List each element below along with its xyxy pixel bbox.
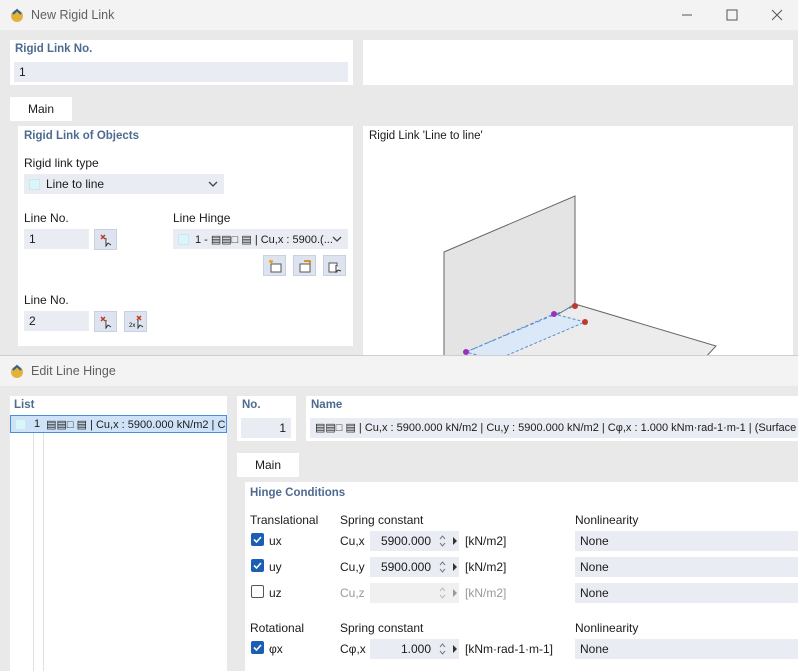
cuz-symbol: Cu,z xyxy=(340,586,365,600)
rigid-no-panel: Rigid Link No. 1 xyxy=(10,40,353,85)
minimize-icon xyxy=(682,14,692,16)
rotational-label: Rotational xyxy=(250,621,305,635)
hinge-titlebar: Edit Line Hinge xyxy=(0,356,798,386)
rigid-type-select[interactable]: Line to line xyxy=(24,174,224,194)
line-no-label: Line No. xyxy=(24,211,69,225)
list-header: List xyxy=(14,399,35,411)
hinge-name-input[interactable]: ▤▤□ ▤ | Cu,x : 5900.000 kN/m2 | Cu,y : 5… xyxy=(310,418,798,438)
check-icon xyxy=(253,562,262,570)
cphix-unit: [kNm·rad-1·m-1] xyxy=(465,642,554,656)
spinner-icon xyxy=(439,535,457,547)
ux-checkbox[interactable] xyxy=(251,533,264,546)
edit-hinge-button[interactable] xyxy=(293,255,316,276)
phix-label: φx xyxy=(269,642,283,656)
rigid-link-window: New Rigid Link Rigid Link No. 1 Main Rig… xyxy=(0,0,798,360)
maximize-button[interactable] xyxy=(709,0,755,30)
spring-constant-label: Spring constant xyxy=(340,513,424,527)
nonlinearity-label: Nonlinearity xyxy=(575,621,639,635)
list-item[interactable]: 1 ▤▤□ ▤ | Cu,x : 5900.000 kN/m2 | C xyxy=(10,415,227,433)
list-item-text: ▤▤□ ▤ | Cu,x : 5900.000 kN/m2 | C xyxy=(46,418,226,431)
line1-input[interactable]: 1 xyxy=(24,229,89,249)
phix-nonlinearity-select[interactable]: None xyxy=(575,639,798,659)
maximize-icon xyxy=(726,9,738,21)
cphix-symbol: Cφ,x xyxy=(340,642,366,656)
chevron-down-icon xyxy=(208,181,218,187)
uz-label: uz xyxy=(269,586,282,600)
color-swatch xyxy=(29,178,40,190)
window-title: Edit Line Hinge xyxy=(31,364,116,378)
pick-cursor-icon xyxy=(99,233,111,247)
section-header: Rigid Link of Objects xyxy=(24,130,140,142)
close-icon xyxy=(771,9,783,21)
close-button[interactable] xyxy=(754,0,798,30)
color-swatch xyxy=(178,233,189,245)
hinge-name-label: Name xyxy=(311,399,343,411)
color-swatch xyxy=(15,418,26,430)
app-icon xyxy=(11,364,23,378)
spring-constant-label: Spring constant xyxy=(340,621,424,635)
tab-main[interactable]: Main xyxy=(10,97,72,121)
chevron-down-icon xyxy=(332,236,342,242)
new-hinge-button[interactable] xyxy=(263,255,286,276)
rigid-no-input[interactable]: 1 xyxy=(14,62,348,82)
list-item-no: 1 xyxy=(34,418,41,430)
rigid-objects-panel: Rigid Link of Objects Rigid link type Li… xyxy=(18,126,353,346)
edit-line-hinge-window: Edit Line Hinge List 1 ▤▤□ ▤ | Cu,x : 59… xyxy=(0,355,798,671)
pick-line1-button[interactable] xyxy=(94,229,117,250)
cuy-unit: [kN/m2] xyxy=(465,560,507,574)
pick-multiple-icon: 2x xyxy=(129,314,143,329)
pick-line2-button[interactable] xyxy=(94,311,117,332)
uy-checkbox[interactable] xyxy=(251,559,264,572)
rigid-no-label: Rigid Link No. xyxy=(15,43,93,55)
hinge-no-label: No. xyxy=(242,399,261,411)
uz-checkbox[interactable] xyxy=(251,585,264,598)
hinge-list-panel: List 1 ▤▤□ ▤ | Cu,x : 5900.000 kN/m2 | C xyxy=(10,396,227,671)
minimize-button[interactable] xyxy=(664,0,710,30)
line-hinge-label: Line Hinge xyxy=(173,211,231,225)
svg-text:2x: 2x xyxy=(129,323,135,329)
pick-cursor-icon xyxy=(99,315,111,329)
cuy-symbol: Cu,y xyxy=(340,560,365,574)
ux-label: ux xyxy=(269,534,282,548)
spinner-icon xyxy=(439,587,457,599)
hinge-conditions-panel: Hinge Conditions Translational Spring co… xyxy=(245,482,798,671)
spinner-icon xyxy=(439,561,457,573)
rigid-type-value: Line to line xyxy=(46,177,105,191)
list-divider xyxy=(43,433,44,671)
conditions-header: Hinge Conditions xyxy=(250,487,346,499)
pick-multiple-button[interactable]: 2x xyxy=(124,311,147,332)
list-divider xyxy=(33,433,34,671)
comment-panel xyxy=(363,40,793,85)
phix-checkbox[interactable] xyxy=(251,641,264,654)
edit-icon xyxy=(299,259,311,272)
hinge-no-input[interactable]: 1 xyxy=(241,418,291,438)
hinge-name-panel: Name ▤▤□ ▤ | Cu,x : 5900.000 kN/m2 | Cu,… xyxy=(306,396,798,441)
preview-panel: Rigid Link 'Line to line' xyxy=(363,126,793,360)
rigid-link-preview-graphic xyxy=(443,195,717,360)
uz-nonlinearity-select[interactable]: None xyxy=(575,583,798,603)
line-hinge-select[interactable]: 1 - ▤▤□ ▤ | Cu,x : 5900.(... xyxy=(173,229,348,249)
ux-nonlinearity-select[interactable]: None xyxy=(575,531,798,551)
check-icon xyxy=(253,536,262,544)
pick-hinge-button[interactable] xyxy=(323,255,346,276)
cux-symbol: Cu,x xyxy=(340,534,365,548)
pick-icon xyxy=(328,262,341,273)
cuz-unit: [kN/m2] xyxy=(465,586,507,600)
cux-unit: [kN/m2] xyxy=(465,534,507,548)
line-no2-label: Line No. xyxy=(24,293,69,307)
new-icon xyxy=(268,259,281,272)
rigid-type-label: Rigid link type xyxy=(24,156,99,170)
check-icon xyxy=(253,644,262,652)
hinge-no-panel: No. 1 xyxy=(237,396,296,441)
line2-input[interactable]: 2 xyxy=(24,311,89,331)
uy-label: uy xyxy=(269,560,282,574)
translational-label: Translational xyxy=(250,513,319,527)
tab-main[interactable]: Main xyxy=(237,453,299,477)
uy-nonlinearity-select[interactable]: None xyxy=(575,557,798,577)
spinner-icon xyxy=(439,643,457,655)
window-title: New Rigid Link xyxy=(31,8,115,22)
nonlinearity-label: Nonlinearity xyxy=(575,513,639,527)
line-hinge-value: 1 - ▤▤□ ▤ | Cu,x : 5900.(... xyxy=(195,233,333,246)
app-icon xyxy=(11,8,23,22)
